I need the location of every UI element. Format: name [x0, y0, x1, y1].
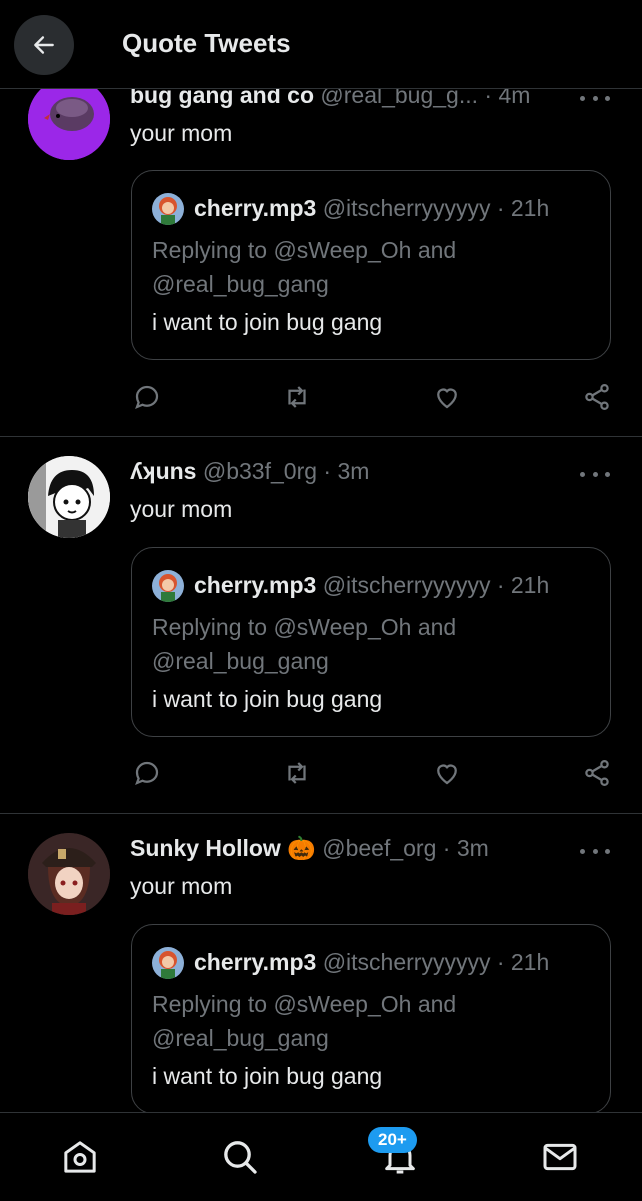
like-icon[interactable] — [430, 756, 464, 790]
quoted-display-name: cherry.mp3 — [194, 195, 317, 221]
tweet-actions — [130, 380, 615, 414]
tweet-feed: bug gang and co @real_bug_g... · 4m your… — [0, 0, 642, 1112]
home-icon — [64, 1141, 96, 1173]
handle: @b33f_0rg — [202, 458, 318, 484]
arrow-left-icon — [34, 36, 54, 54]
notification-badge: 20+ — [368, 1127, 417, 1153]
share-icon[interactable] — [580, 756, 614, 790]
retweet-icon[interactable] — [280, 380, 314, 414]
reply-icon[interactable] — [130, 756, 164, 790]
quoted-header: cherry.mp3 @itscherryyyyyy · 21h — [194, 195, 549, 222]
nav-home[interactable] — [58, 1135, 102, 1179]
replying-to: Replying to @sWeep_Oh and @real_bug_gang — [152, 233, 592, 301]
display-name[interactable]: ʎʞuns — [130, 458, 196, 484]
quoted-tweet[interactable]: cherry.mp3 @itscherryyyyyy · 21h Replyin… — [131, 547, 611, 737]
back-button[interactable] — [14, 15, 74, 75]
nav-messages[interactable] — [538, 1135, 582, 1179]
quoted-display-name: cherry.mp3 — [194, 572, 317, 598]
handle: @beef_org — [322, 835, 437, 861]
tweet-header: Sunky Hollow 🎃 @beef_org · 3m — [130, 835, 582, 867]
quoted-timestamp: · 21h — [496, 195, 550, 221]
top-app-bar: Quote Tweets — [0, 0, 642, 89]
tweet-text: your mom — [130, 873, 233, 899]
like-icon[interactable] — [430, 380, 464, 414]
quoted-header: cherry.mp3 @itscherryyyyyy · 21h — [194, 949, 549, 976]
tweet-item[interactable]: Sunky Hollow 🎃 @beef_org · 3m your mom c… — [0, 813, 642, 1112]
tweet-text: your mom — [130, 120, 233, 146]
tweet-item[interactable]: ʎʞuns @b33f_0rg · 3m your mom cherry.mp3… — [0, 436, 642, 814]
more-options-icon[interactable] — [580, 464, 610, 484]
pumpkin-icon: 🎃 — [287, 835, 316, 861]
more-options-icon[interactable] — [580, 88, 610, 108]
replying-to: Replying to @sWeep_Oh and @real_bug_gang — [152, 610, 592, 678]
quoted-avatar — [152, 570, 184, 602]
replying-to-line: Replying to @sWeep_Oh and — [152, 237, 457, 263]
mail-icon — [543, 1143, 577, 1171]
quoted-display-name: cherry.mp3 — [194, 949, 317, 975]
quoted-header: cherry.mp3 @itscherryyyyyy · 21h — [194, 572, 549, 599]
quoted-text: i want to join bug gang — [152, 1063, 383, 1089]
nav-search[interactable] — [218, 1135, 262, 1179]
quoted-avatar — [152, 947, 184, 979]
tweet-actions — [130, 756, 615, 790]
display-name[interactable]: Sunky Hollow — [130, 835, 281, 861]
quoted-timestamp: · 21h — [496, 572, 550, 598]
page-title: Quote Tweets — [122, 28, 291, 58]
tweet-item[interactable]: bug gang and co @real_bug_g... · 4m your… — [0, 60, 642, 437]
quoted-handle: @itscherryyyyyy — [322, 572, 491, 598]
search-icon — [224, 1141, 257, 1174]
avatar[interactable] — [28, 833, 110, 915]
quoted-tweet[interactable]: cherry.mp3 @itscherryyyyyy · 21h Replyin… — [131, 924, 611, 1112]
quoted-text: i want to join bug gang — [152, 686, 383, 712]
replying-to-line: Replying to @sWeep_Oh and — [152, 614, 457, 640]
quoted-handle: @itscherryyyyyy — [322, 195, 491, 221]
more-options-icon[interactable] — [580, 841, 610, 861]
replying-to-line: @real_bug_gang — [152, 1025, 329, 1051]
replying-to-line: @real_bug_gang — [152, 648, 329, 674]
replying-to-line: Replying to @sWeep_Oh and — [152, 991, 457, 1017]
avatar[interactable] — [28, 456, 110, 538]
quoted-tweet[interactable]: cherry.mp3 @itscherryyyyyy · 21h Replyin… — [131, 170, 611, 360]
tweet-header: ʎʞuns @b33f_0rg · 3m — [130, 458, 582, 490]
avatar[interactable] — [28, 78, 110, 160]
replying-to-line: @real_bug_gang — [152, 271, 329, 297]
quoted-timestamp: · 21h — [496, 949, 550, 975]
quoted-handle: @itscherryyyyyy — [322, 949, 491, 975]
retweet-icon[interactable] — [280, 756, 314, 790]
replying-to: Replying to @sWeep_Oh and @real_bug_gang — [152, 987, 592, 1055]
quoted-avatar — [152, 193, 184, 225]
tweet-text: your mom — [130, 496, 233, 522]
timestamp[interactable]: · 3m — [323, 458, 369, 484]
share-icon[interactable] — [580, 380, 614, 414]
quoted-text: i want to join bug gang — [152, 309, 383, 335]
timestamp[interactable]: · 3m — [443, 835, 489, 861]
bottom-navigation: 20+ — [0, 1112, 642, 1201]
reply-icon[interactable] — [130, 380, 164, 414]
